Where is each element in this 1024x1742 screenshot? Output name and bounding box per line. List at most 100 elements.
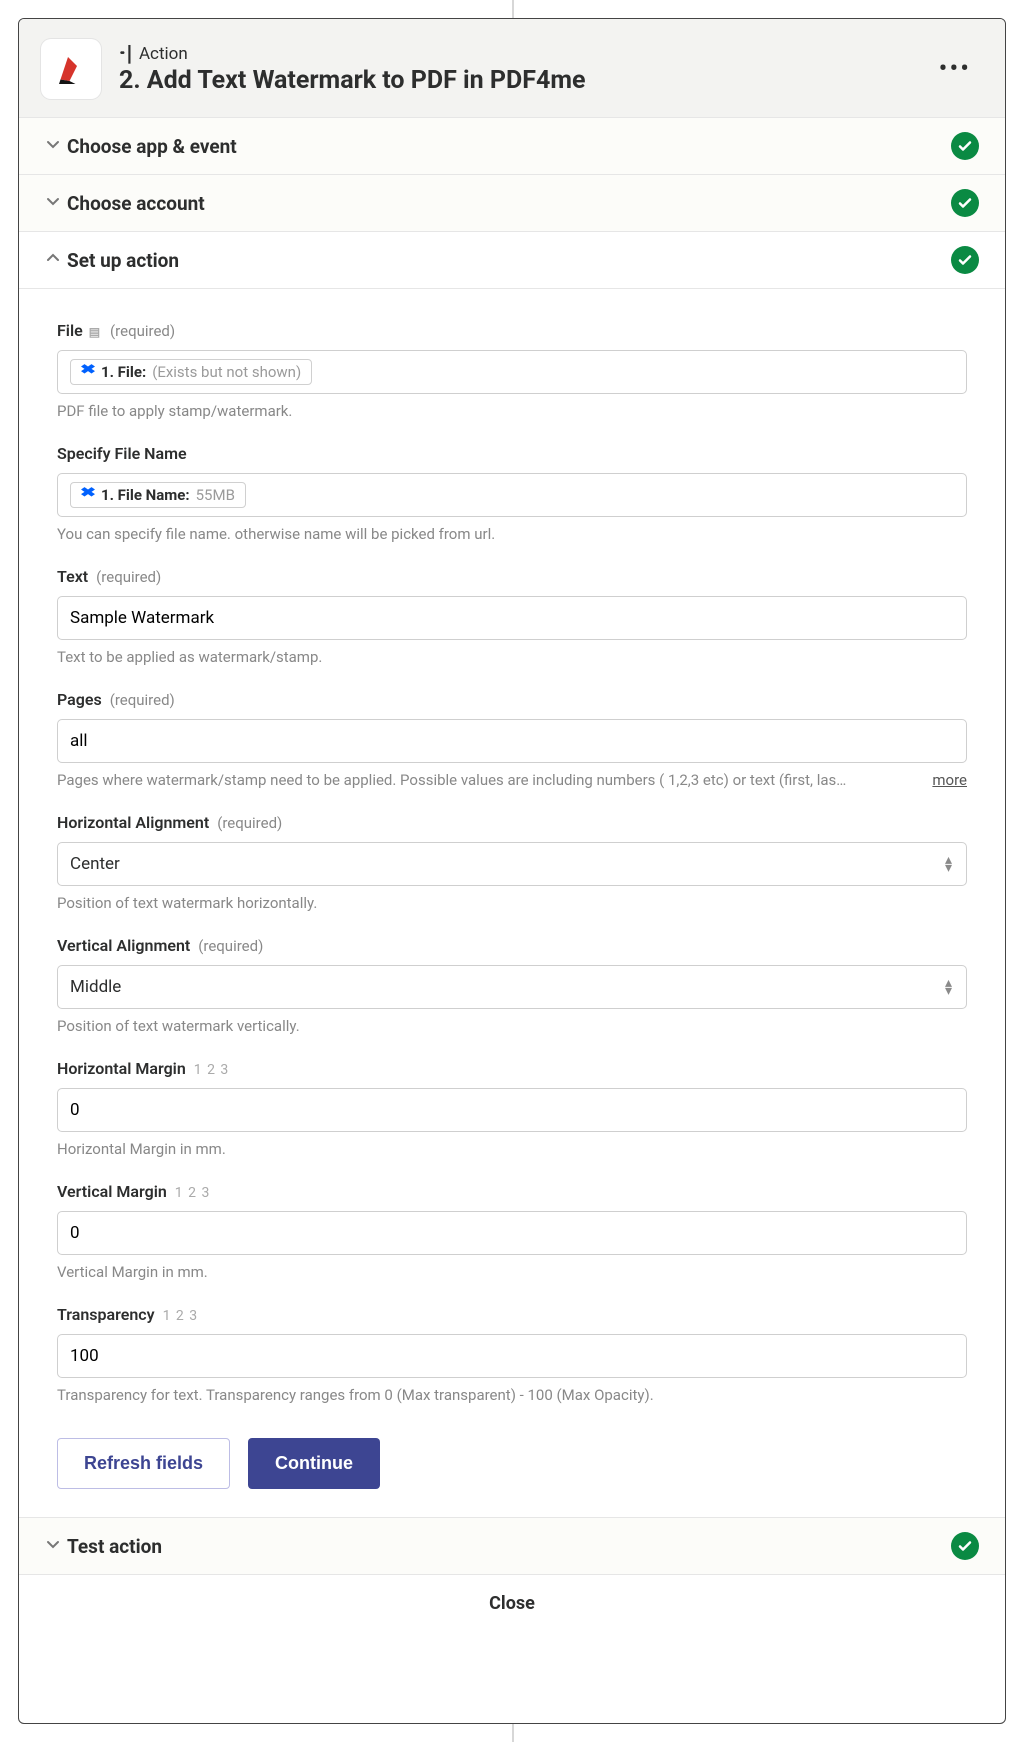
header-text: ··❘ Action 2. Add Text Watermark to PDF …	[119, 43, 931, 95]
vmargin-input[interactable]	[57, 1211, 967, 1255]
vmargin-value[interactable]	[70, 1223, 954, 1243]
helper-text: Vertical Margin in mm.	[57, 1263, 967, 1281]
field-pages: Pages (required) Pages where watermark/s…	[57, 690, 967, 789]
page-title: 2. Add Text Watermark to PDF in PDF4me	[119, 66, 931, 95]
required-tag: (required)	[217, 814, 282, 832]
refresh-fields-button[interactable]: Refresh fields	[57, 1438, 230, 1489]
field-label: Vertical Margin 1 2 3	[57, 1182, 967, 1201]
label-text: File	[57, 321, 83, 340]
numeric-hint: 1 2 3	[163, 1308, 199, 1324]
action-glyph-icon: ··❘	[119, 43, 133, 64]
more-link[interactable]: more	[932, 771, 967, 789]
text-input[interactable]	[57, 596, 967, 640]
required-tag: (required)	[110, 322, 175, 340]
chevron-down-icon	[45, 193, 67, 213]
hmargin-value[interactable]	[70, 1100, 954, 1120]
helper-text: Transparency for text. Transparency rang…	[57, 1386, 967, 1404]
pill-prefix: 1. File Name:	[101, 486, 190, 504]
field-text: Text (required) Text to be applied as wa…	[57, 567, 967, 666]
valign-select[interactable]: Middle ▴▾	[57, 965, 967, 1009]
dropbox-icon	[81, 364, 95, 380]
continue-button[interactable]: Continue	[248, 1438, 380, 1489]
field-label: Text (required)	[57, 567, 967, 586]
file-type-icon: ▤	[89, 325, 100, 339]
label-text: Pages	[57, 690, 102, 709]
field-label: Horizontal Alignment (required)	[57, 813, 967, 832]
label-text: Vertical Margin	[57, 1182, 167, 1201]
section-label: Choose account	[67, 192, 951, 215]
helper-text: Text to be applied as watermark/stamp.	[57, 648, 967, 666]
mapped-value-pill[interactable]: 1. File Name: 55MB	[70, 482, 246, 508]
pill-value: (Exists but not shown)	[152, 363, 301, 381]
pages-value[interactable]	[70, 731, 954, 751]
field-label: Specify File Name	[57, 444, 967, 463]
field-vmargin: Vertical Margin 1 2 3 Vertical Margin in…	[57, 1182, 967, 1281]
section-choose-app[interactable]: Choose app & event	[19, 118, 1005, 175]
close-button[interactable]: Close	[19, 1575, 1005, 1632]
pill-prefix: 1. File:	[101, 363, 146, 381]
section-label: Test action	[67, 1535, 951, 1558]
helper-text: Horizontal Margin in mm.	[57, 1140, 967, 1158]
check-icon	[951, 1532, 979, 1560]
field-label: Horizontal Margin 1 2 3	[57, 1059, 967, 1078]
card-header: ··❘ Action 2. Add Text Watermark to PDF …	[19, 19, 1005, 118]
field-hmargin: Horizontal Margin 1 2 3 Horizontal Margi…	[57, 1059, 967, 1158]
pages-input[interactable]	[57, 719, 967, 763]
hmargin-input[interactable]	[57, 1088, 967, 1132]
text-value[interactable]	[70, 608, 954, 628]
chevron-down-icon	[45, 1536, 67, 1556]
field-label: File ▤ (required)	[57, 321, 967, 340]
label-text: Transparency	[57, 1305, 155, 1324]
section-choose-account[interactable]: Choose account	[19, 175, 1005, 232]
halign-select[interactable]: Center ▴▾	[57, 842, 967, 886]
app-icon	[41, 39, 101, 99]
file-input[interactable]: 1. File: (Exists but not shown)	[57, 350, 967, 394]
helper-text: PDF file to apply stamp/watermark.	[57, 402, 967, 420]
field-transparency: Transparency 1 2 3 Transparency for text…	[57, 1305, 967, 1404]
field-label: Vertical Alignment (required)	[57, 936, 967, 955]
field-valign: Vertical Alignment (required) Middle ▴▾ …	[57, 936, 967, 1035]
transparency-input[interactable]	[57, 1334, 967, 1378]
field-filename: Specify File Name 1. File Name: 55MB You…	[57, 444, 967, 543]
required-tag: (required)	[110, 691, 175, 709]
action-card: ··❘ Action 2. Add Text Watermark to PDF …	[18, 18, 1006, 1724]
label-text: Text	[57, 567, 88, 586]
check-icon	[951, 132, 979, 160]
check-icon	[951, 246, 979, 274]
field-label: Pages (required)	[57, 690, 967, 709]
helper-text: Position of text watermark horizontally.	[57, 894, 967, 912]
label-text: Horizontal Margin	[57, 1059, 186, 1078]
helper-text: You can specify file name. otherwise nam…	[57, 525, 967, 543]
numeric-hint: 1 2 3	[175, 1185, 211, 1201]
check-icon	[951, 189, 979, 217]
helper-content: Pages where watermark/stamp need to be a…	[57, 771, 846, 789]
required-tag: (required)	[198, 937, 263, 955]
transparency-value[interactable]	[70, 1346, 954, 1366]
field-halign: Horizontal Alignment (required) Center ▴…	[57, 813, 967, 912]
form-body: File ▤ (required) 1. File: (Exists but n…	[19, 289, 1005, 1517]
section-setup-action[interactable]: Set up action	[19, 232, 1005, 289]
select-caret-icon: ▴▾	[945, 856, 952, 872]
section-label: Set up action	[67, 249, 951, 272]
select-value: Center	[70, 854, 120, 874]
label-text: Horizontal Alignment	[57, 813, 209, 832]
label-text: Specify File Name	[57, 444, 187, 463]
label-text: Vertical Alignment	[57, 936, 190, 955]
filename-input[interactable]: 1. File Name: 55MB	[57, 473, 967, 517]
helper-text: Pages where watermark/stamp need to be a…	[57, 771, 967, 789]
section-label: Choose app & event	[67, 135, 951, 158]
pill-value: 55MB	[196, 486, 235, 504]
chevron-up-icon	[45, 250, 67, 270]
section-test-action[interactable]: Test action	[19, 1517, 1005, 1575]
select-value: Middle	[70, 977, 121, 997]
mapped-value-pill[interactable]: 1. File: (Exists but not shown)	[70, 359, 312, 385]
select-caret-icon: ▴▾	[945, 979, 952, 995]
field-label: Transparency 1 2 3	[57, 1305, 967, 1324]
dropbox-icon	[81, 487, 95, 503]
more-actions-button[interactable]: •••	[931, 50, 979, 88]
field-file: File ▤ (required) 1. File: (Exists but n…	[57, 321, 967, 420]
header-kicker: ··❘ Action	[119, 43, 931, 64]
numeric-hint: 1 2 3	[194, 1062, 230, 1078]
flow-connector-top	[512, 0, 514, 18]
kicker-label: Action	[139, 44, 188, 64]
